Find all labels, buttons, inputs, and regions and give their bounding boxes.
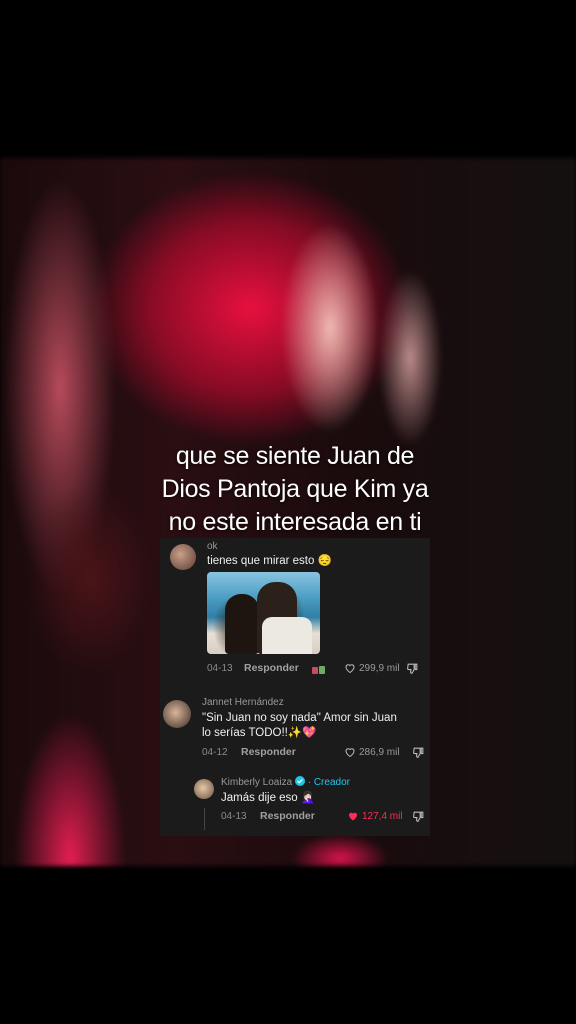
- caption-line-3: no este interesada en ti: [168, 508, 422, 536]
- caption-line-2: Dios Pantoja que Kim ya: [161, 475, 429, 503]
- like-button[interactable]: 127,4 mil: [347, 810, 403, 822]
- reply-button[interactable]: Responder: [241, 746, 296, 758]
- like-button[interactable]: 299,9 mil: [344, 662, 400, 674]
- comment-date: 04-12: [202, 747, 228, 758]
- comment-screenshot-card: ok tienes que mirar esto 😔 04-13 Respond…: [160, 538, 430, 836]
- dislike-icon[interactable]: [406, 662, 419, 675]
- comment-text-line-1: "Sin Juan no soy nada" Amor sin Juan: [202, 712, 397, 724]
- like-count: 127,4 mil: [362, 810, 403, 822]
- avatar[interactable]: [170, 544, 196, 570]
- avatar[interactable]: [163, 700, 191, 728]
- dislike-icon[interactable]: [412, 746, 425, 759]
- like-count: 286,9 mil: [359, 746, 400, 758]
- thread-line: [204, 808, 205, 830]
- like-count: 299,9 mil: [359, 662, 400, 674]
- photo-detail: [262, 617, 312, 654]
- video-caption: que se siente Juan de Dios Pantoja que K…: [120, 440, 470, 539]
- caption-line-1: que se siente Juan de: [175, 442, 415, 470]
- comment-text: tienes que mirar esto 😔: [207, 555, 332, 567]
- comment-date: 04-13: [207, 663, 233, 674]
- sticker-icon: [312, 666, 325, 674]
- comment-text: Jamás dije eso 🤦🏻‍♀️: [221, 792, 316, 804]
- comment-username-row: Kimberly Loaiza · Creador: [221, 776, 350, 788]
- reply-button[interactable]: Responder: [260, 810, 315, 822]
- heart-filled-icon: [349, 812, 357, 821]
- heart-outline-icon: [345, 748, 355, 758]
- comment-date: 04-13: [221, 811, 247, 822]
- heart-outline-icon: [345, 664, 355, 674]
- photo-person: [225, 594, 259, 654]
- reply-button[interactable]: Responder: [244, 662, 299, 674]
- avatar[interactable]: [194, 779, 214, 799]
- comment-text-line-2: lo serías TODO!!✨💖: [202, 727, 317, 739]
- comment-username[interactable]: ok: [207, 541, 218, 552]
- comment-username[interactable]: Jannet Hernández: [202, 697, 284, 708]
- dislike-icon[interactable]: [412, 810, 425, 823]
- like-button[interactable]: 286,9 mil: [344, 746, 400, 758]
- creator-badge: · Creador: [307, 777, 350, 788]
- comment-photo[interactable]: [207, 572, 320, 654]
- comment-username[interactable]: Kimberly Loaiza: [221, 777, 292, 788]
- verified-icon: [294, 776, 305, 786]
